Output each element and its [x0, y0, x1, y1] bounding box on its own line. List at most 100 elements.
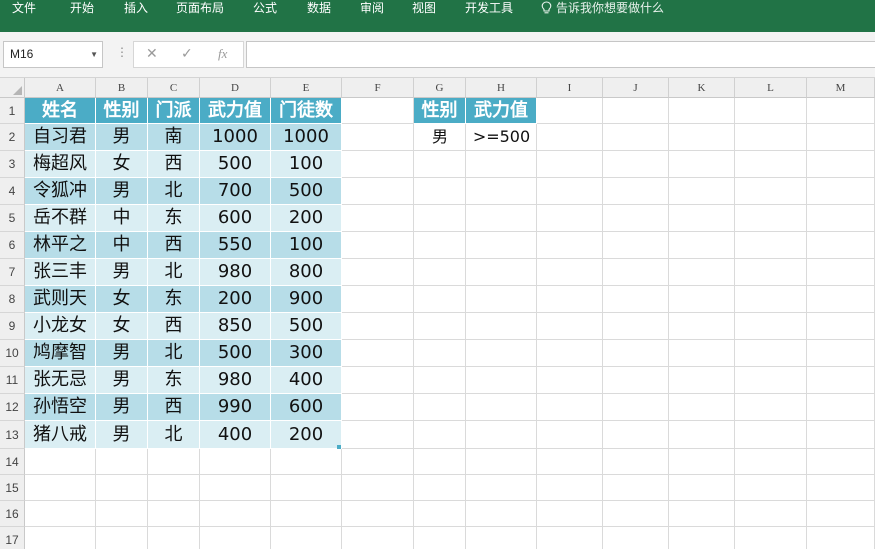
insert-function-icon[interactable]: fx: [218, 46, 227, 62]
table-cell[interactable]: 女: [96, 286, 148, 313]
table-cell[interactable]: 男: [96, 178, 148, 205]
column-header-c[interactable]: C: [148, 78, 200, 98]
table-cell[interactable]: 200: [200, 286, 271, 313]
row-header-16[interactable]: 16: [0, 501, 25, 527]
table-cell[interactable]: 990: [200, 394, 271, 421]
row-header-8[interactable]: 8: [0, 286, 25, 313]
tab-developer[interactable]: 开发工具: [465, 0, 513, 16]
column-header-i[interactable]: I: [537, 78, 603, 98]
table-cell[interactable]: 550: [200, 232, 271, 259]
table-cell[interactable]: 中: [96, 205, 148, 232]
tab-data[interactable]: 数据: [307, 0, 331, 16]
row-header-14[interactable]: 14: [0, 449, 25, 475]
column-header-l[interactable]: L: [735, 78, 807, 98]
table-cell[interactable]: 自习君: [25, 124, 96, 151]
table-cell[interactable]: 400: [271, 367, 342, 394]
criteria-header-cell[interactable]: 武力值: [466, 98, 537, 124]
table-cell[interactable]: 武则天: [25, 286, 96, 313]
column-header-f[interactable]: F: [342, 78, 414, 98]
table-cell[interactable]: 女: [96, 151, 148, 178]
table-cell[interactable]: 1000: [200, 124, 271, 151]
row-header-17[interactable]: 17: [0, 527, 25, 549]
table-cell[interactable]: 北: [148, 340, 200, 367]
row-header-9[interactable]: 9: [0, 313, 25, 340]
row-header-11[interactable]: 11: [0, 367, 25, 394]
table-cell[interactable]: 北: [148, 259, 200, 286]
row-header-15[interactable]: 15: [0, 475, 25, 501]
table-cell[interactable]: 700: [200, 178, 271, 205]
table-cell[interactable]: 1000: [271, 124, 342, 151]
column-header-h[interactable]: H: [466, 78, 537, 98]
table-cell[interactable]: 男: [96, 394, 148, 421]
table-cell[interactable]: 800: [271, 259, 342, 286]
column-header-g[interactable]: G: [414, 78, 466, 98]
tab-view[interactable]: 视图: [412, 0, 436, 16]
table-cell[interactable]: 400: [200, 421, 271, 449]
criteria-value-cell[interactable]: 男: [414, 124, 466, 151]
formula-input[interactable]: [246, 41, 875, 68]
column-header-k[interactable]: K: [669, 78, 735, 98]
table-header-cell[interactable]: 门派: [148, 98, 200, 124]
table-cell[interactable]: 980: [200, 259, 271, 286]
criteria-value-cell[interactable]: >=500: [466, 124, 537, 151]
cancel-icon[interactable]: ✕: [146, 46, 158, 62]
tab-review[interactable]: 审阅: [360, 0, 384, 16]
worksheet-grid[interactable]: A B C D E F G H I J K L M 1 2 3 4 5 6 7 8 9 10 11 12 13 14 15 16 17 姓名…: [0, 78, 875, 549]
table-cell[interactable]: 小龙女: [25, 313, 96, 340]
table-cell[interactable]: 岳不群: [25, 205, 96, 232]
table-resize-handle[interactable]: [337, 445, 341, 449]
table-cell[interactable]: 600: [271, 394, 342, 421]
column-header-b[interactable]: B: [96, 78, 148, 98]
table-cell[interactable]: 南: [148, 124, 200, 151]
table-cell[interactable]: 男: [96, 340, 148, 367]
table-cell[interactable]: 女: [96, 313, 148, 340]
table-cell[interactable]: 东: [148, 286, 200, 313]
table-cell[interactable]: 200: [271, 205, 342, 232]
tab-home[interactable]: 开始: [70, 0, 94, 16]
table-cell[interactable]: 孙悟空: [25, 394, 96, 421]
table-cell[interactable]: 600: [200, 205, 271, 232]
row-header-7[interactable]: 7: [0, 259, 25, 286]
table-cell[interactable]: 男: [96, 259, 148, 286]
table-cell[interactable]: 男: [96, 367, 148, 394]
tab-formulas[interactable]: 公式: [253, 0, 277, 16]
table-header-cell[interactable]: 姓名: [25, 98, 96, 124]
table-cell[interactable]: 猪八戒: [25, 421, 96, 449]
select-all-button[interactable]: [0, 78, 25, 98]
table-cell[interactable]: 西: [148, 394, 200, 421]
table-cell[interactable]: 200: [271, 421, 342, 449]
table-cell[interactable]: 900: [271, 286, 342, 313]
table-header-cell[interactable]: 门徒数: [271, 98, 342, 124]
table-cell[interactable]: 北: [148, 421, 200, 449]
tell-me-box[interactable]: 告诉我你想要做什么: [541, 0, 664, 16]
tab-file[interactable]: 文件: [12, 0, 36, 16]
column-header-j[interactable]: J: [603, 78, 669, 98]
table-cell[interactable]: 500: [200, 340, 271, 367]
table-cell[interactable]: 林平之: [25, 232, 96, 259]
table-cell[interactable]: 东: [148, 367, 200, 394]
table-cell[interactable]: 500: [271, 178, 342, 205]
row-header-10[interactable]: 10: [0, 340, 25, 367]
row-header-3[interactable]: 3: [0, 151, 25, 178]
table-cell[interactable]: 男: [96, 124, 148, 151]
table-header-cell[interactable]: 武力值: [200, 98, 271, 124]
table-cell[interactable]: 张无忌: [25, 367, 96, 394]
table-cell[interactable]: 西: [148, 151, 200, 178]
row-header-5[interactable]: 5: [0, 205, 25, 232]
name-box[interactable]: M16 ▼: [3, 41, 103, 68]
table-cell[interactable]: 500: [200, 151, 271, 178]
table-cell[interactable]: 梅超风: [25, 151, 96, 178]
table-cell[interactable]: 鸠摩智: [25, 340, 96, 367]
table-cell[interactable]: 西: [148, 232, 200, 259]
table-cell[interactable]: 850: [200, 313, 271, 340]
table-cell[interactable]: 东: [148, 205, 200, 232]
table-cell[interactable]: 980: [200, 367, 271, 394]
table-header-cell[interactable]: 性别: [96, 98, 148, 124]
tab-insert[interactable]: 插入: [124, 0, 148, 16]
column-header-d[interactable]: D: [200, 78, 271, 98]
drag-handle-icon[interactable]: ⋮: [116, 45, 128, 59]
column-header-e[interactable]: E: [271, 78, 342, 98]
table-cell[interactable]: 男: [96, 421, 148, 449]
row-header-2[interactable]: 2: [0, 124, 25, 151]
table-cell[interactable]: 令狐冲: [25, 178, 96, 205]
